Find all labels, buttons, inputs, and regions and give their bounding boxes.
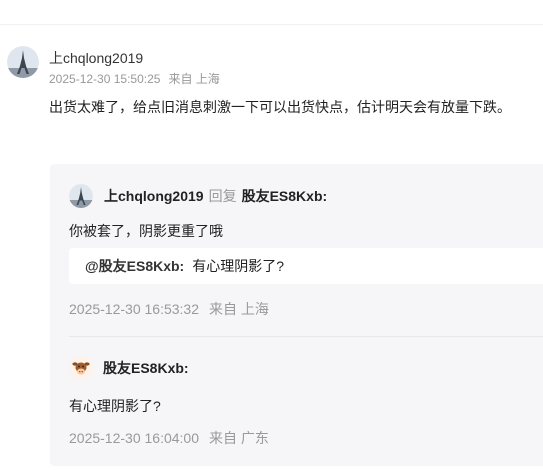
reply-meta: 2025-12-30 16:04:00 来自 广东 — [69, 428, 269, 448]
quoted-text: 有心理阴影了? — [192, 258, 285, 274]
reply-target-username[interactable]: 股友ES8Kxb: — [242, 186, 328, 206]
reply-timestamp: 2025-12-30 16:53:32 — [69, 301, 199, 317]
reply-list: 上chqlong2019 回复 股友ES8Kxb: 你被套了，阴影更重了哦 @股… — [50, 164, 543, 466]
reply-username[interactable]: 上chqlong2019 — [104, 186, 204, 206]
reply-header: 股友ES8Kxb: — [69, 356, 189, 380]
comment-timestamp: 2025-12-30 15:50:25 — [49, 72, 161, 86]
reply-username[interactable]: 股友ES8Kxb: — [103, 358, 189, 378]
comment-text: 出货太难了，给点旧消息刺激一下可以出货快点，估计明天会有放量下跌。 — [49, 99, 511, 115]
reply-divider — [69, 336, 543, 337]
quoted-reply: @股友ES8Kxb: 有心理阴影了? — [69, 248, 543, 284]
top-divider — [0, 24, 543, 25]
quoted-username[interactable]: @股友ES8Kxb: — [85, 258, 184, 274]
reply-location: 来自 上海 — [209, 301, 269, 317]
comment-username[interactable]: 上chqlong2019 — [49, 48, 143, 68]
reply-header: 上chqlong2019 回复 股友ES8Kxb: — [69, 184, 327, 208]
eiffel-tower-avatar-icon[interactable] — [7, 46, 39, 78]
reply-text: 你被套了，阴影更重了哦 — [69, 223, 223, 239]
comment-location: 来自 上海 — [168, 72, 220, 86]
reply-location: 来自 广东 — [209, 430, 269, 446]
comment-meta: 2025-12-30 15:50:25 来自 上海 — [49, 70, 220, 87]
reply-timestamp: 2025-12-30 16:04:00 — [69, 430, 199, 446]
cow-avatar-icon[interactable] — [69, 356, 93, 380]
reply-label: 回复 — [208, 188, 237, 204]
reply-meta: 2025-12-30 16:53:32 来自 上海 — [69, 299, 269, 319]
eiffel-tower-avatar-icon[interactable] — [69, 184, 93, 208]
reply-text: 有心理阴影了? — [69, 398, 161, 414]
